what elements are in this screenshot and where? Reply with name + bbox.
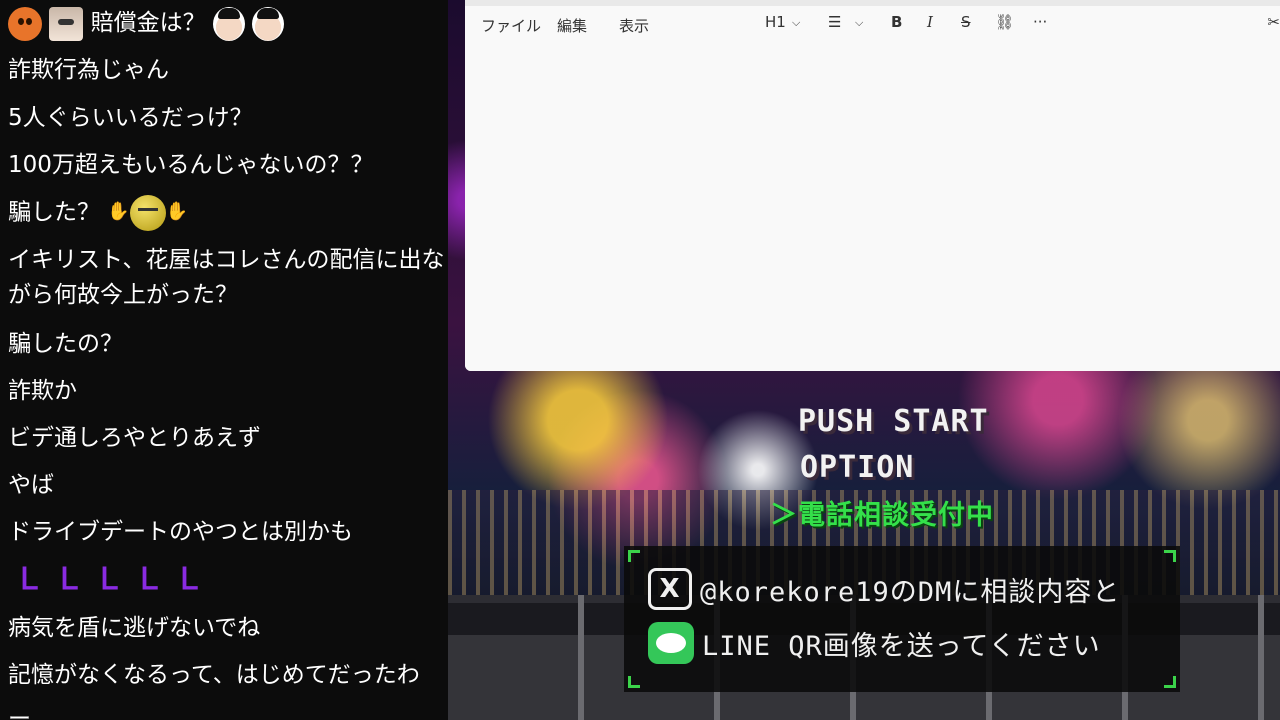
corner-bracket	[1164, 676, 1176, 688]
chat-message: 記憶がなくなるって、はじめてだったわ	[8, 662, 420, 688]
photo-face-icon	[49, 6, 84, 41]
chat-message: 騙したの？	[8, 331, 123, 357]
chat-message: 病気を盾に逃げないでね	[8, 615, 261, 641]
heading-dropdown[interactable]: H1	[765, 13, 786, 31]
orange-face-icon	[8, 6, 42, 41]
chevron-down-icon[interactable]: ⌵	[855, 16, 863, 30]
chat-message: ドライブデートのやつとは別かも	[8, 519, 353, 545]
chat-message-text: 騙した？	[8, 199, 100, 226]
menu-edit[interactable]: 編集	[557, 15, 587, 36]
person-face-icon	[252, 6, 285, 41]
editor-toolbar: ファイル 編集 表示 H1 ⌵ ☰ ⌵ B I S ⛓ ··· ✂	[465, 6, 1280, 42]
x-logo-icon: X	[648, 568, 692, 610]
menu-cursor-icon: ＞	[770, 500, 798, 531]
chat-message: ＬＬＬＬＬ	[14, 563, 214, 597]
list-icon[interactable]: ☰	[828, 13, 841, 31]
cut-icon[interactable]: ✂	[1267, 13, 1280, 31]
bold-button[interactable]: B	[891, 13, 902, 31]
chat-message: 詐欺行為じゃん	[8, 57, 169, 83]
chat-message: 騙した？ ✋ ✋	[8, 195, 448, 231]
link-icon[interactable]: ⛓	[995, 13, 1014, 31]
contact-x-row: X @korekore19のDMに相談内容と	[648, 568, 1120, 610]
chat-message: ビデ通しろやとりあえず	[8, 425, 261, 451]
chat-message: 100万超えもいるんじゃないの？？	[8, 152, 374, 178]
corner-bracket	[1164, 550, 1176, 562]
strikethrough-button[interactable]: S	[961, 13, 971, 31]
menu-view[interactable]: 表示	[619, 15, 649, 36]
more-options-icon[interactable]: ···	[1033, 13, 1047, 31]
italic-button[interactable]: I	[927, 13, 933, 31]
person-face-icon	[212, 6, 245, 41]
option-label: OPTION	[800, 450, 915, 485]
push-start-label: PUSH START	[798, 404, 989, 439]
hand-icon: ✋	[165, 201, 189, 222]
phone-consult-text: 電話相談受付中	[798, 500, 994, 531]
chat-message: 5人ぐらいいるだっけ？	[8, 105, 253, 131]
contact-info-box: X @korekore19のDMに相談内容と LINE QR画像を送ってください	[624, 546, 1180, 692]
chat-message: 賠償金は？	[8, 6, 448, 41]
corner-bracket	[628, 676, 640, 688]
chevron-down-icon[interactable]: ⌵	[792, 16, 800, 30]
chat-panel: 賠償金は？ 詐欺行為じゃん 5人ぐらいいるだっけ？ 100万超えもいるんじゃない…	[0, 0, 448, 720]
line-logo-icon	[648, 622, 694, 664]
contact-line-text: LINE QR画像を送ってください	[702, 630, 1101, 662]
chat-message: やば	[8, 472, 54, 498]
contact-x-text: @korekore19のDMに相談内容と	[700, 576, 1121, 608]
chat-message-text: 賠償金は？	[90, 10, 206, 36]
corner-bracket	[628, 550, 640, 562]
chat-message: 詐欺か	[8, 378, 77, 404]
text-editor-window: ファイル 編集 表示 H1 ⌵ ☰ ⌵ B I S ⛓ ··· ✂	[465, 0, 1280, 371]
chat-message: ー	[8, 706, 31, 720]
contact-line-row: LINE QR画像を送ってください	[648, 622, 1101, 664]
yellow-face-icon	[129, 195, 166, 231]
hand-icon: ✋	[107, 201, 130, 222]
editor-text-area[interactable]	[465, 42, 1280, 371]
chat-message: イキリスト、花屋はコレさんの配信に出ながら何故今上がった？	[8, 247, 445, 308]
phone-consult-label: ＞電話相談受付中	[770, 493, 994, 532]
menu-file[interactable]: ファイル	[481, 15, 541, 36]
